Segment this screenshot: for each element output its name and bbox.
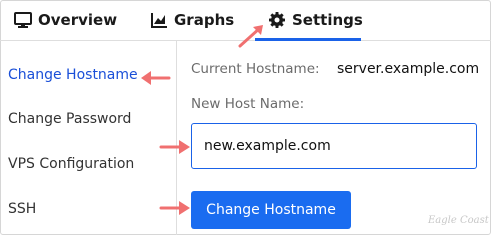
tab-graphs-label: Graphs <box>174 11 235 29</box>
sidebar-item-change-password[interactable]: Change Password <box>8 111 131 127</box>
current-hostname-value: server.example.com <box>337 61 480 77</box>
annotation-arrow-icon <box>159 201 190 215</box>
change-hostname-button[interactable]: Change Hostname <box>191 191 351 229</box>
tab-settings[interactable]: Settings <box>268 8 363 32</box>
current-hostname-label: Current Hostname: <box>191 61 320 77</box>
tab-graphs[interactable]: Graphs <box>150 8 234 32</box>
annotation-arrow-icon <box>141 71 171 85</box>
tab-overview[interactable]: Overview <box>14 8 117 32</box>
monitor-icon <box>14 12 32 28</box>
tab-settings-label: Settings <box>292 11 363 29</box>
annotation-arrow-icon <box>159 140 190 154</box>
gear-icon <box>269 12 285 28</box>
new-hostname-label: New Host Name: <box>191 96 305 112</box>
chart-icon <box>151 13 167 28</box>
sidebar-item-change-hostname[interactable]: Change Hostname <box>8 67 138 83</box>
tab-overview-label: Overview <box>38 11 118 29</box>
watermark-logo: Eagle Coast <box>428 215 489 226</box>
annotation-arrow-icon <box>238 25 263 48</box>
active-tab-indicator <box>255 38 361 41</box>
sidebar-item-vps-configuration[interactable]: VPS Configuration <box>8 156 134 172</box>
new-hostname-input[interactable] <box>191 123 477 169</box>
sidebar-item-ssh[interactable]: SSH <box>8 201 36 217</box>
